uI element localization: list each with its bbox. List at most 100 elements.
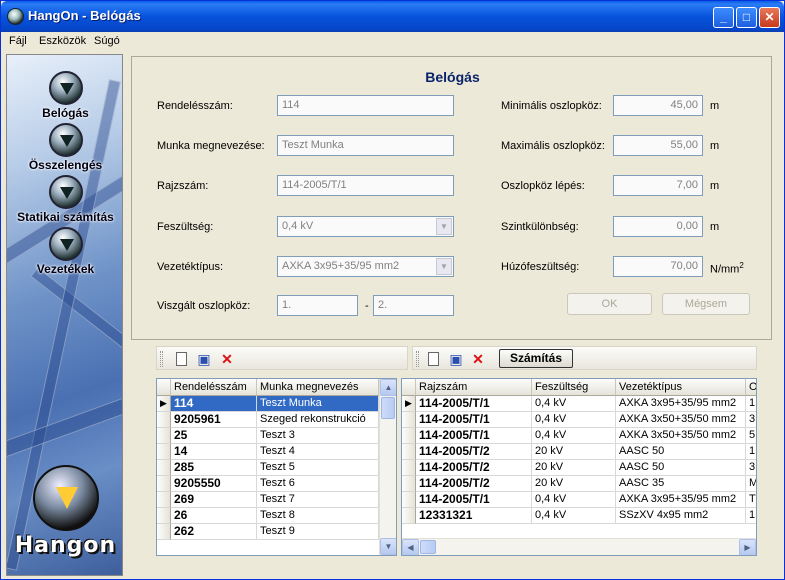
row-selector[interactable]	[402, 460, 416, 476]
row-selector[interactable]	[402, 428, 416, 444]
delete-icon[interactable]: ✕	[470, 351, 486, 367]
table-cell-feszultseg[interactable]: 0,4 kV	[532, 508, 616, 524]
maximize-button[interactable]: □	[736, 7, 757, 28]
viszgalt-from-field[interactable]: 1.	[277, 295, 358, 316]
table-cell-rajzszam[interactable]: 114-2005/T/2	[416, 460, 532, 476]
row-selector[interactable]	[402, 492, 416, 508]
table-cell-o[interactable]: Tr	[746, 492, 756, 508]
edit-icon[interactable]: ▣	[196, 351, 212, 367]
table-cell-feszultseg[interactable]: 0,4 kV	[532, 396, 616, 412]
table-cell-munka[interactable]: Teszt Munka	[257, 396, 379, 412]
table-cell-o[interactable]: 5.	[746, 428, 756, 444]
rendelesszam-field[interactable]: 114	[277, 95, 454, 116]
chevron-down-icon[interactable]: ▼	[436, 218, 452, 235]
table-cell-vezetektipus[interactable]: AXKA 3x95+35/95 mm2	[616, 396, 746, 412]
minimize-button[interactable]: _	[713, 7, 734, 28]
table-cell-rajzszam[interactable]: 114-2005/T/1	[416, 428, 532, 444]
menu-fajl[interactable]: Fájl	[9, 35, 27, 47]
table-cell-rendelesszam[interactable]: 26	[171, 508, 257, 524]
table-cell-rendelesszam[interactable]: 9205550	[171, 476, 257, 492]
new-document-icon[interactable]	[176, 352, 187, 366]
row-selector[interactable]	[402, 476, 416, 492]
table-cell-vezetektipus[interactable]: AXKA 3x50+35/50 mm2	[616, 412, 746, 428]
column-header-rajzszam[interactable]: Rajzszám	[416, 379, 532, 396]
table-cell-o[interactable]: 3.	[746, 460, 756, 476]
table-cell-munka[interactable]: Teszt 8	[257, 508, 379, 524]
table-cell-rendelesszam[interactable]: 269	[171, 492, 257, 508]
scroll-down-icon[interactable]: ▼	[380, 538, 396, 555]
table-cell-munka[interactable]: Teszt 6	[257, 476, 379, 492]
column-header-munka[interactable]: Munka megnevezés	[257, 379, 379, 396]
table-cell-rendelesszam[interactable]: 9205961	[171, 412, 257, 428]
close-button[interactable]: ✕	[759, 7, 780, 28]
toolbar-grip[interactable]	[160, 351, 163, 367]
table-cell-rajzszam[interactable]: 114-2005/T/1	[416, 396, 532, 412]
row-selector[interactable]	[157, 508, 171, 524]
table-cell-vezetektipus[interactable]: AXKA 3x50+35/50 mm2	[616, 428, 746, 444]
row-selector[interactable]	[402, 444, 416, 460]
viszgalt-to-field[interactable]: 2.	[373, 295, 454, 316]
title-bar[interactable]: HangOn - Belógás _ □ ✕	[1, 1, 784, 32]
sidebar-item-belogas[interactable]: Belógás	[7, 71, 122, 120]
menu-eszkozok[interactable]: Eszközök	[39, 35, 86, 47]
row-selector[interactable]	[157, 476, 171, 492]
scroll-thumb[interactable]	[381, 397, 395, 419]
orders-grid[interactable]: Rendelésszám Munka megnevezés ▶ 114 Teszt …	[156, 378, 397, 556]
table-cell-feszultseg[interactable]: 20 kV	[532, 460, 616, 476]
scroll-right-icon[interactable]: ▶	[739, 539, 756, 555]
menu-sugo[interactable]: Súgó	[94, 35, 120, 47]
table-cell-o[interactable]: 1	[746, 508, 756, 524]
row-selector[interactable]: ▶	[157, 396, 171, 412]
vertical-scrollbar[interactable]: ▲ ▼	[379, 379, 396, 555]
column-header-vezetektipus[interactable]: Vezetéktípus	[616, 379, 746, 396]
table-cell-feszultseg[interactable]: 0,4 kV	[532, 428, 616, 444]
chevron-down-icon[interactable]: ▼	[436, 258, 452, 275]
table-cell-rendelesszam[interactable]: 114	[171, 396, 257, 412]
calculate-button[interactable]: Számítás	[499, 349, 574, 368]
scroll-left-icon[interactable]: ◀	[402, 539, 419, 555]
row-selector[interactable]	[402, 508, 416, 524]
row-selector[interactable]	[157, 428, 171, 444]
sidebar-item-statikai-szamitas[interactable]: Statikai számítás	[7, 175, 122, 224]
table-cell-o[interactable]: M	[746, 476, 756, 492]
row-selector[interactable]: ▶	[402, 396, 416, 412]
table-cell-munka[interactable]: Teszt 3	[257, 428, 379, 444]
table-cell-munka[interactable]: Teszt 5	[257, 460, 379, 476]
table-cell-o[interactable]: 3.	[746, 412, 756, 428]
table-cell-rendelesszam[interactable]: 14	[171, 444, 257, 460]
table-cell-feszultseg[interactable]: 0,4 kV	[532, 492, 616, 508]
table-cell-vezetektipus[interactable]: AXKA 3x95+35/95 mm2	[616, 492, 746, 508]
table-cell-rajzszam[interactable]: 114-2005/T/2	[416, 444, 532, 460]
table-cell-munka[interactable]: Szeged rekonstrukció	[257, 412, 379, 428]
edit-icon[interactable]: ▣	[448, 351, 464, 367]
ok-button[interactable]: OK	[567, 293, 652, 315]
new-document-icon[interactable]	[428, 352, 439, 366]
row-selector[interactable]	[157, 524, 171, 540]
rajzszam-field[interactable]: 114-2005/T/1	[277, 175, 454, 196]
table-cell-vezetektipus[interactable]: AASC 50	[616, 460, 746, 476]
column-header-o[interactable]: O	[746, 379, 756, 396]
table-cell-o[interactable]: 1.	[746, 444, 756, 460]
sidebar-item-vezetekek[interactable]: Vezetékek	[7, 227, 122, 276]
table-cell-vezetektipus[interactable]: AASC 50	[616, 444, 746, 460]
table-cell-munka[interactable]: Teszt 4	[257, 444, 379, 460]
column-header-feszultseg[interactable]: Feszültség	[532, 379, 616, 396]
scroll-up-icon[interactable]: ▲	[380, 379, 396, 396]
table-cell-rendelesszam[interactable]: 285	[171, 460, 257, 476]
table-cell-feszultseg[interactable]: 0,4 kV	[532, 412, 616, 428]
toolbar-grip[interactable]	[416, 351, 419, 367]
cancel-button[interactable]: Mégsem	[662, 293, 750, 315]
sidebar-item-osszelenges[interactable]: Összelengés	[7, 123, 122, 172]
table-cell-feszultseg[interactable]: 20 kV	[532, 444, 616, 460]
vezetektipus-select[interactable]: AXKA 3x95+35/95 mm2 ▼	[277, 256, 454, 277]
table-cell-o[interactable]: 1	[746, 396, 756, 412]
table-cell-vezetektipus[interactable]: AASC 35	[616, 476, 746, 492]
table-cell-feszultseg[interactable]: 20 kV	[532, 476, 616, 492]
table-cell-rajzszam[interactable]: 12331321	[416, 508, 532, 524]
row-selector[interactable]	[402, 412, 416, 428]
feszultseg-select[interactable]: 0,4 kV ▼	[277, 216, 454, 237]
table-cell-munka[interactable]: Teszt 9	[257, 524, 379, 540]
row-selector[interactable]	[157, 412, 171, 428]
max-oszlopkoz-field[interactable]: 55,00	[613, 135, 703, 156]
column-header-rendelesszam[interactable]: Rendelésszám	[171, 379, 257, 396]
